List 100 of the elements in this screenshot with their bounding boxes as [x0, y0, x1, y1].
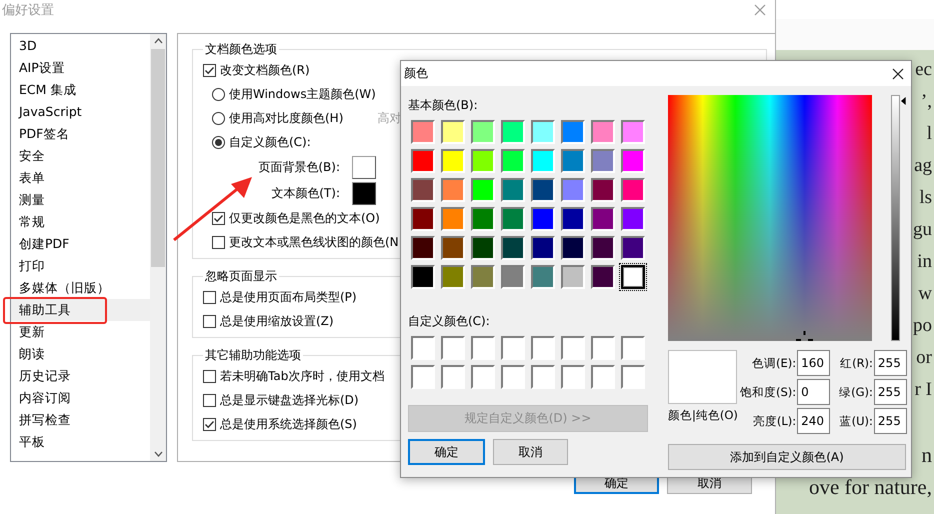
color-swatch[interactable]: [621, 149, 645, 173]
color-swatch[interactable]: [591, 236, 615, 260]
color-swatch[interactable]: [471, 265, 495, 289]
color-picker-button[interactable]: [352, 156, 376, 178]
color-swatch[interactable]: [501, 365, 525, 389]
color-swatch[interactable]: [531, 336, 555, 360]
color-swatch[interactable]: [471, 365, 495, 389]
color-swatch[interactable]: [621, 178, 645, 202]
color-swatch[interactable]: [501, 120, 525, 144]
color-swatch[interactable]: [441, 207, 465, 231]
color-swatch[interactable]: [501, 207, 525, 231]
color-swatch[interactable]: [471, 236, 495, 260]
color-swatch[interactable]: [441, 149, 465, 173]
color-swatch[interactable]: [591, 149, 615, 173]
color-swatch[interactable]: [591, 207, 615, 231]
color-swatch[interactable]: [501, 265, 525, 289]
category-item[interactable]: 测量: [11, 189, 150, 211]
color-swatch[interactable]: [471, 207, 495, 231]
color-swatch[interactable]: [411, 236, 435, 260]
category-item[interactable]: 内容订阅: [11, 387, 150, 409]
luminance-bar[interactable]: [891, 95, 900, 341]
color-swatch[interactable]: [591, 365, 615, 389]
pointer-icon[interactable]: [901, 95, 906, 107]
color-swatch[interactable]: [441, 178, 465, 202]
radio-button[interactable]: [212, 136, 225, 148]
number-field[interactable]: 255: [874, 350, 907, 376]
color-swatch[interactable]: [591, 265, 615, 289]
cancel-button[interactable]: 取消: [493, 439, 568, 465]
checkbox[interactable]: [212, 236, 225, 248]
checkbox[interactable]: [203, 370, 216, 382]
radio-button[interactable]: [212, 112, 225, 124]
color-swatch[interactable]: [441, 336, 465, 360]
category-item[interactable]: 打印: [11, 255, 150, 277]
color-swatch[interactable]: [501, 178, 525, 202]
color-swatch[interactable]: [441, 265, 465, 289]
color-swatch[interactable]: [531, 149, 555, 173]
category-item[interactable]: 平板: [11, 431, 150, 453]
category-item[interactable]: JavaScript: [11, 101, 150, 123]
category-item[interactable]: 创建PDF: [11, 233, 150, 255]
color-swatch[interactable]: [441, 365, 465, 389]
color-swatch[interactable]: [471, 149, 495, 173]
category-item[interactable]: 常规: [11, 211, 150, 233]
add-custom-color-button[interactable]: 添加到自定义颜色(A): [668, 444, 906, 470]
color-swatch[interactable]: [471, 336, 495, 360]
close-icon[interactable]: [892, 68, 904, 80]
color-swatch[interactable]: [561, 236, 585, 260]
color-swatch[interactable]: [561, 265, 585, 289]
number-field[interactable]: 0: [797, 379, 830, 405]
category-item[interactable]: 拼写检查: [11, 409, 150, 431]
color-swatch[interactable]: [531, 120, 555, 144]
color-swatch[interactable]: [531, 365, 555, 389]
category-item[interactable]: ECM 集成: [11, 79, 150, 101]
color-swatch[interactable]: [501, 236, 525, 260]
color-swatch[interactable]: [531, 236, 555, 260]
category-item[interactable]: 更新: [11, 321, 150, 343]
color-swatch[interactable]: [561, 120, 585, 144]
number-field[interactable]: 255: [874, 379, 907, 405]
category-item[interactable]: 辅助工具: [11, 299, 150, 321]
color-swatch[interactable]: [411, 336, 435, 360]
color-swatch[interactable]: [471, 120, 495, 144]
number-field[interactable]: 160: [797, 350, 830, 376]
color-swatch[interactable]: [411, 207, 435, 231]
color-swatch[interactable]: [411, 365, 435, 389]
color-picker-button[interactable]: [352, 182, 376, 204]
color-swatch[interactable]: [561, 365, 585, 389]
color-swatch[interactable]: [591, 120, 615, 144]
color-swatch[interactable]: [411, 149, 435, 173]
color-swatch[interactable]: [591, 336, 615, 360]
checkbox[interactable]: [203, 418, 216, 430]
color-swatch[interactable]: [591, 178, 615, 202]
color-swatch[interactable]: [501, 336, 525, 360]
color-swatch[interactable]: [501, 149, 525, 173]
color-swatch[interactable]: [621, 207, 645, 231]
color-swatch[interactable]: [411, 120, 435, 144]
color-swatch[interactable]: [411, 265, 435, 289]
radio-button[interactable]: [212, 88, 225, 100]
checkbox[interactable]: [203, 64, 216, 76]
color-swatch[interactable]: [561, 149, 585, 173]
checkbox[interactable]: [203, 394, 216, 406]
category-item[interactable]: 表单: [11, 167, 150, 189]
color-swatch[interactable]: [621, 236, 645, 260]
category-item[interactable]: 多媒体（旧版）: [11, 277, 150, 299]
color-swatch[interactable]: [411, 178, 435, 202]
color-swatch[interactable]: [621, 336, 645, 360]
checkbox[interactable]: [212, 212, 225, 224]
color-swatch[interactable]: [561, 178, 585, 202]
color-swatch[interactable]: [621, 365, 645, 389]
color-swatch[interactable]: [531, 265, 555, 289]
color-swatch[interactable]: [561, 336, 585, 360]
category-item[interactable]: 安全: [11, 145, 150, 167]
color-swatch[interactable]: [471, 178, 495, 202]
scrollbar[interactable]: [150, 34, 166, 461]
color-swatch[interactable]: [441, 120, 465, 144]
checkbox[interactable]: [203, 290, 216, 304]
ok-button[interactable]: 确定: [408, 439, 485, 465]
category-item[interactable]: 历史记录: [11, 365, 150, 387]
color-swatch[interactable]: [621, 265, 645, 289]
number-field[interactable]: 255: [874, 408, 907, 434]
checkbox[interactable]: [203, 314, 216, 328]
number-field[interactable]: 240: [797, 408, 830, 434]
